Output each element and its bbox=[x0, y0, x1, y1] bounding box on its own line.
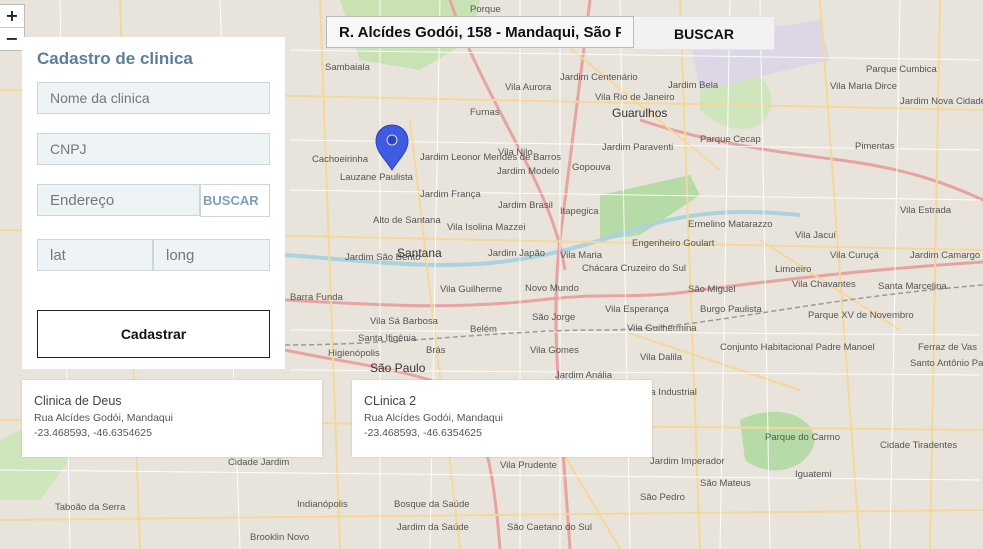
map-label-sao-mateus: São Mateus bbox=[700, 478, 751, 489]
map-label-cidade-jardim: Cidade Jardim bbox=[228, 457, 289, 468]
map-label-sao-paulo: São Paulo bbox=[370, 361, 426, 375]
map-label-jardim-saude: Jardim da Saúde bbox=[397, 522, 469, 533]
map-label-sao-pedro: São Pedro bbox=[640, 492, 685, 503]
address-field[interactable]: Endereço bbox=[37, 184, 200, 216]
cnpj-field[interactable]: CNPJ bbox=[37, 133, 270, 165]
map-label-vila-santa-barbosa: Vila Sá Barbosa bbox=[370, 316, 439, 327]
map-label-guarulhos: Guarulhos bbox=[612, 106, 667, 120]
map-label-sao-miguel: São Miguel bbox=[688, 284, 736, 295]
map-label-jardim-modelo: Jardim Modelo bbox=[497, 166, 559, 177]
zoom-in-button[interactable]: + bbox=[0, 5, 24, 27]
map-label-conjunto: Conjunto Habitacional Padre Manoel bbox=[720, 342, 875, 353]
map-label-jardim-imperador: Jardim Imperador bbox=[650, 456, 724, 467]
form-title: Cadastro de clinica bbox=[37, 49, 193, 68]
map-label-jardim-camargo: Jardim Camargo Novo bbox=[910, 250, 983, 261]
map-label-chacara: Chácara Cruzeiro do Sul bbox=[582, 263, 686, 274]
map-label-bosque-saude: Bosque da Saúde bbox=[394, 499, 470, 510]
map-label-sao-caetano: São Caetano do Sul bbox=[507, 522, 592, 533]
map-label-vila-jacui: Vila Jacuí bbox=[795, 230, 836, 241]
clinic-address: Rua Alcídes Godói, Mandaqui bbox=[364, 412, 503, 424]
map-label-jardim-japao: Jardim Japão bbox=[488, 248, 545, 259]
clinic-name-field[interactable]: Nome da clinica bbox=[37, 82, 270, 114]
map-label-iguatemi: Iguatemi bbox=[795, 469, 831, 480]
map-label-limoeiro: Limoeiro bbox=[775, 264, 811, 275]
clinic-name: CLinica 2 bbox=[364, 394, 417, 408]
map-label-higienopolis: Higienópolis bbox=[328, 348, 380, 359]
clinic-coordinates: -23.468593, -46.6354625 bbox=[364, 427, 482, 439]
map-label-jardim-leonor: Jardim Leonor Mendes de Barros bbox=[420, 152, 561, 163]
map-label-vila-prudente: Vila Prudente bbox=[500, 460, 557, 471]
map-label-santo-antonio: Santo Antônio Paulista bbox=[910, 358, 983, 369]
map-label-vila-maria: Vila Maria bbox=[560, 250, 603, 261]
map-label-vila-guilherme: Vila Guilherme bbox=[440, 284, 502, 295]
map-label-samambaia: Sambaiala bbox=[325, 62, 371, 73]
map-label-vila-chavantes: Vila Chavantes bbox=[792, 279, 856, 290]
map-search-button[interactable]: BUSCAR bbox=[634, 16, 775, 50]
map-label-brooklin: Brooklin Novo bbox=[250, 532, 309, 543]
map-label-burgo: Burgo Paulista bbox=[700, 304, 763, 315]
map-label-cachoeirinha: Cachoeirinha bbox=[312, 154, 369, 165]
map-label-parque-cecap: Parque Cecap bbox=[700, 134, 761, 145]
clinic-coordinates: -23.468593, -46.6354625 bbox=[34, 427, 152, 439]
map-label-ferraz: Ferraz de Vas bbox=[918, 342, 977, 353]
map-label-ermelino: Ermelino Matarazzo bbox=[688, 219, 772, 230]
map-label-itapegica: Itapegica bbox=[560, 206, 599, 217]
clinic-card[interactable]: Clinica de Deus Rua Alcídes Godói, Manda… bbox=[22, 380, 322, 457]
map-label-engenheiro: Engenheiro Goulart bbox=[632, 238, 715, 249]
map-label-parque-xv: Parque XV de Novembro bbox=[808, 310, 914, 321]
map-label-parque-carmo: Parque do Carmo bbox=[765, 432, 840, 443]
map-search-bar: BUSCAR bbox=[326, 16, 775, 50]
map-label-barra-funda: Barra Funda bbox=[290, 292, 344, 303]
clinic-registration-form: Cadastro de clinica Nome da clinica CNPJ… bbox=[22, 37, 285, 369]
map-label-porque: Porque bbox=[470, 4, 501, 15]
map-label-santana: Santana bbox=[397, 246, 442, 260]
clinic-card[interactable]: CLinica 2 Rua Alcídes Godói, Mandaqui -2… bbox=[352, 380, 652, 457]
map-label-vila-esperanca: Vila Esperança bbox=[605, 304, 669, 315]
map-label-vila-gomes: Vila Gomes bbox=[530, 345, 579, 356]
clinic-address: Rua Alcídes Godói, Mandaqui bbox=[34, 412, 173, 424]
map-label-taboao: Taboão da Serra bbox=[55, 502, 126, 513]
map-label-jardim-bela: Jardim Bela bbox=[668, 80, 719, 91]
map-label-jardim-franca: Jardim França bbox=[420, 189, 481, 200]
map-label-jardim-vila-aurora: Vila Aurora bbox=[505, 82, 552, 93]
register-button[interactable]: Cadastrar bbox=[37, 310, 270, 358]
map-label-bras: Brás bbox=[426, 345, 446, 356]
map-label-vila-dalila: Vila Dalila bbox=[640, 352, 683, 363]
map-label-gopouva: Gopouva bbox=[572, 162, 611, 173]
lat-field[interactable]: lat bbox=[37, 239, 153, 271]
map-label-jardim-brasil: Jardim Brasil bbox=[498, 200, 553, 211]
map-label-jardim-paravent: Jardim Paraventi bbox=[602, 142, 673, 153]
map-label-vila-curuca: Vila Curuçá bbox=[830, 250, 880, 261]
map-label-furnas: Furnas bbox=[470, 107, 500, 118]
map-label-pimentas: Pimentas bbox=[855, 141, 895, 152]
map-label-jardim-centenario: Jardim Centenário bbox=[560, 72, 638, 83]
map-label-belem: Belém bbox=[470, 324, 497, 335]
map-label-vila-rio: Vila Rio de Janeiro bbox=[595, 92, 675, 103]
map-label-vila-estrada: Vila Estrada bbox=[900, 205, 952, 216]
map-label-parque-cumbica: Parque Cumbica bbox=[866, 64, 937, 75]
map-label-jardim-nova: Jardim Nova Cidade bbox=[900, 96, 983, 107]
map-label-cidade-tiradentes: Cidade Tiradentes bbox=[880, 440, 957, 451]
zoom-out-button[interactable]: − bbox=[0, 27, 24, 50]
map-search-input[interactable] bbox=[326, 16, 634, 48]
map-label-santa-ifigenia: Santa Ifigênia bbox=[358, 333, 417, 344]
map-label-santa-marcelina: Santa Marcelina bbox=[878, 281, 947, 292]
map-label-novo-mundo: Novo Mundo bbox=[525, 283, 579, 294]
long-field[interactable]: long bbox=[153, 239, 270, 271]
map-label-vila-isolina: Vila Isolina Mazzei bbox=[447, 222, 526, 233]
map-label-vila-nilo: Vila Nilo bbox=[498, 147, 533, 158]
clinic-name: Clinica de Deus bbox=[34, 394, 122, 408]
map-label-vila-guilhermina: Vila Guilhermina bbox=[627, 323, 697, 334]
address-search-button[interactable]: BUSCAR bbox=[200, 184, 270, 217]
map-label-alto-santana: Alto de Santana bbox=[373, 215, 441, 226]
map-label-indianopolis: Indianópolis bbox=[297, 499, 348, 510]
map-label-lauzane: Lauzane Paulista bbox=[340, 172, 414, 183]
map-label-sao-jorge: São Jorge bbox=[532, 312, 575, 323]
map-label-cumbica: Vila Maria Dirce bbox=[830, 81, 897, 92]
